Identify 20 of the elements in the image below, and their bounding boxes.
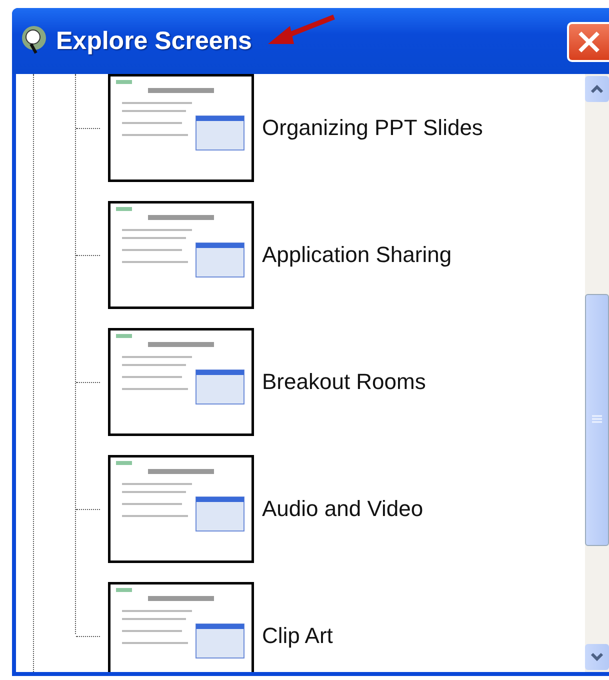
scroll-up-button[interactable] (585, 76, 609, 102)
close-button[interactable] (567, 22, 609, 62)
screen-label[interactable]: Breakout Rooms (262, 369, 426, 395)
slide-thumbnail[interactable] (108, 201, 254, 309)
screen-label[interactable]: Organizing PPT Slides (262, 115, 483, 141)
window-title: Explore Screens (56, 26, 252, 56)
slide-thumbnail[interactable] (108, 74, 254, 182)
slide-thumbnail[interactable] (108, 455, 254, 563)
slide-thumbnail[interactable] (108, 582, 254, 672)
caret-up-icon (590, 84, 604, 94)
screen-label[interactable]: Clip Art (262, 623, 333, 649)
caret-down-icon (590, 652, 604, 662)
scroll-thumb[interactable] (585, 294, 609, 546)
grip-icon (591, 415, 603, 425)
close-icon (577, 30, 601, 54)
slide-thumbnail[interactable] (108, 328, 254, 436)
scrollbar[interactable] (585, 74, 609, 672)
screen-label[interactable]: Audio and Video (262, 496, 424, 522)
scroll-down-button[interactable] (585, 644, 609, 670)
screen-label[interactable]: Application Sharing (262, 242, 452, 268)
